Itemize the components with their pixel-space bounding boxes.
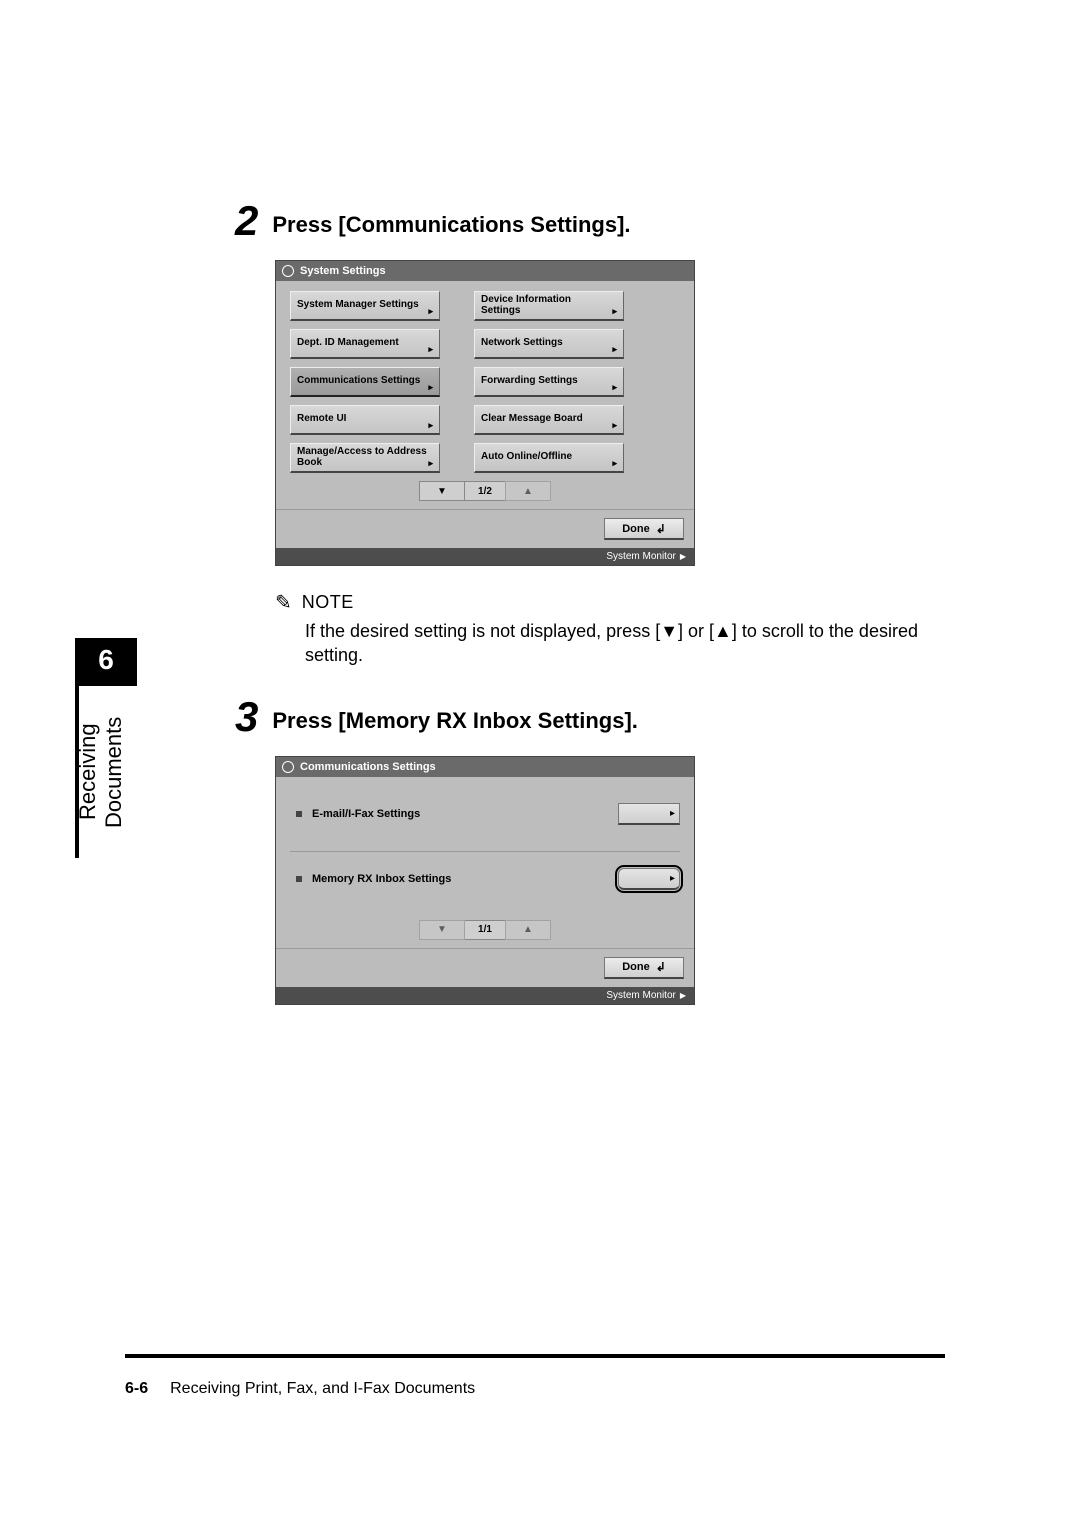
step-2: 2 Press [Communications Settings]. (235, 200, 945, 242)
pager: ▼ 1/2 ▲ (290, 481, 680, 501)
communications-settings-button[interactable]: Communications Settings▸ (290, 367, 440, 397)
page-indicator: 1/1 (465, 920, 505, 940)
footer-title: Receiving Print, Fax, and I-Fax Document… (170, 1380, 475, 1398)
done-row: Done↲ (276, 509, 694, 548)
dept-id-management-button[interactable]: Dept. ID Management▸ (290, 329, 440, 359)
system-monitor-bar[interactable]: System Monitor ▶ (276, 987, 694, 1004)
remote-ui-button[interactable]: Remote UI▸ (290, 405, 440, 435)
memory-rx-inbox-settings-button[interactable]: ▸ (618, 868, 680, 890)
system-manager-settings-button[interactable]: System Manager Settings▸ (290, 291, 440, 321)
page-down-button[interactable]: ▼ (419, 920, 465, 940)
email-ifax-settings-button[interactable]: ▸ (618, 803, 680, 825)
bullet-icon (296, 811, 302, 817)
note-heading: ✎ NOTE (275, 590, 945, 615)
system-monitor-label: System Monitor (606, 551, 675, 562)
system-monitor-bar[interactable]: System Monitor ▶ (276, 548, 694, 565)
page-up-button[interactable]: ▲ (505, 481, 551, 501)
page-down-button[interactable]: ▼ (419, 481, 465, 501)
step-number: 3 (235, 696, 258, 738)
content-column: 2 Press [Communications Settings]. Syste… (235, 200, 945, 1029)
chevron-right-icon: ▶ (680, 991, 686, 1000)
bullet-icon (296, 876, 302, 882)
list-item: Memory RX Inbox Settings ▸ (296, 868, 680, 890)
screen-title: System Settings (300, 265, 386, 277)
done-button[interactable]: Done↲ (604, 957, 684, 979)
side-chapter-tab: 6 Receiving Documents (75, 638, 137, 858)
manage-access-address-book-button[interactable]: Manage/Access to Address Book▸ (290, 443, 440, 473)
step-title: Press [Memory RX Inbox Settings]. (272, 696, 638, 734)
return-icon: ↲ (656, 522, 666, 536)
chevron-right-icon: ▶ (680, 552, 686, 561)
list-item: E-mail/I-Fax Settings ▸ (296, 803, 680, 825)
pager: ▼ 1/1 ▲ (290, 920, 680, 940)
done-row: Done↲ (276, 948, 694, 987)
step-3: 3 Press [Memory RX Inbox Settings]. (235, 696, 945, 738)
note-text: If the desired setting is not displayed,… (305, 619, 945, 668)
page-indicator: 1/2 (465, 481, 505, 501)
manual-page: 6 Receiving Documents 2 Press [Communica… (0, 0, 1080, 1528)
device-screen: System Settings System Manager Settings▸… (275, 260, 695, 566)
auto-online-offline-button[interactable]: Auto Online/Offline▸ (474, 443, 624, 473)
page-number: 6-6 (125, 1380, 148, 1398)
step-number: 2 (235, 200, 258, 242)
screenshot-communications-settings: Communications Settings E-mail/I-Fax Set… (275, 756, 945, 1005)
page-up-button[interactable]: ▲ (505, 920, 551, 940)
chapter-label: Receiving Documents (75, 686, 137, 858)
screen-title-bar: Communications Settings (276, 757, 694, 777)
note-label: NOTE (302, 592, 354, 613)
item-label: Memory RX Inbox Settings (312, 873, 608, 885)
footer-rule (125, 1354, 945, 1358)
screen-title-bar: System Settings (276, 261, 694, 281)
pencil-icon: ✎ (275, 590, 292, 615)
done-button[interactable]: Done↲ (604, 518, 684, 540)
gear-icon (282, 761, 294, 773)
gear-icon (282, 265, 294, 277)
chapter-number: 6 (75, 638, 137, 686)
clear-message-board-button[interactable]: Clear Message Board▸ (474, 405, 624, 435)
screen-title: Communications Settings (300, 761, 436, 773)
screenshot-system-settings: System Settings System Manager Settings▸… (275, 260, 945, 566)
step-title: Press [Communications Settings]. (272, 200, 630, 238)
return-icon: ↲ (656, 960, 666, 974)
network-settings-button[interactable]: Network Settings▸ (474, 329, 624, 359)
system-monitor-label: System Monitor (606, 990, 675, 1001)
screen-body: E-mail/I-Fax Settings ▸ Memory RX Inbox … (276, 777, 694, 948)
device-information-settings-button[interactable]: Device Information Settings▸ (474, 291, 624, 321)
device-screen: Communications Settings E-mail/I-Fax Set… (275, 756, 695, 1005)
item-label: E-mail/I-Fax Settings (312, 808, 608, 820)
screen-body: System Manager Settings▸ Device Informat… (276, 281, 694, 509)
page-footer: 6-6 Receiving Print, Fax, and I-Fax Docu… (125, 1380, 945, 1398)
forwarding-settings-button[interactable]: Forwarding Settings▸ (474, 367, 624, 397)
divider (290, 851, 680, 852)
